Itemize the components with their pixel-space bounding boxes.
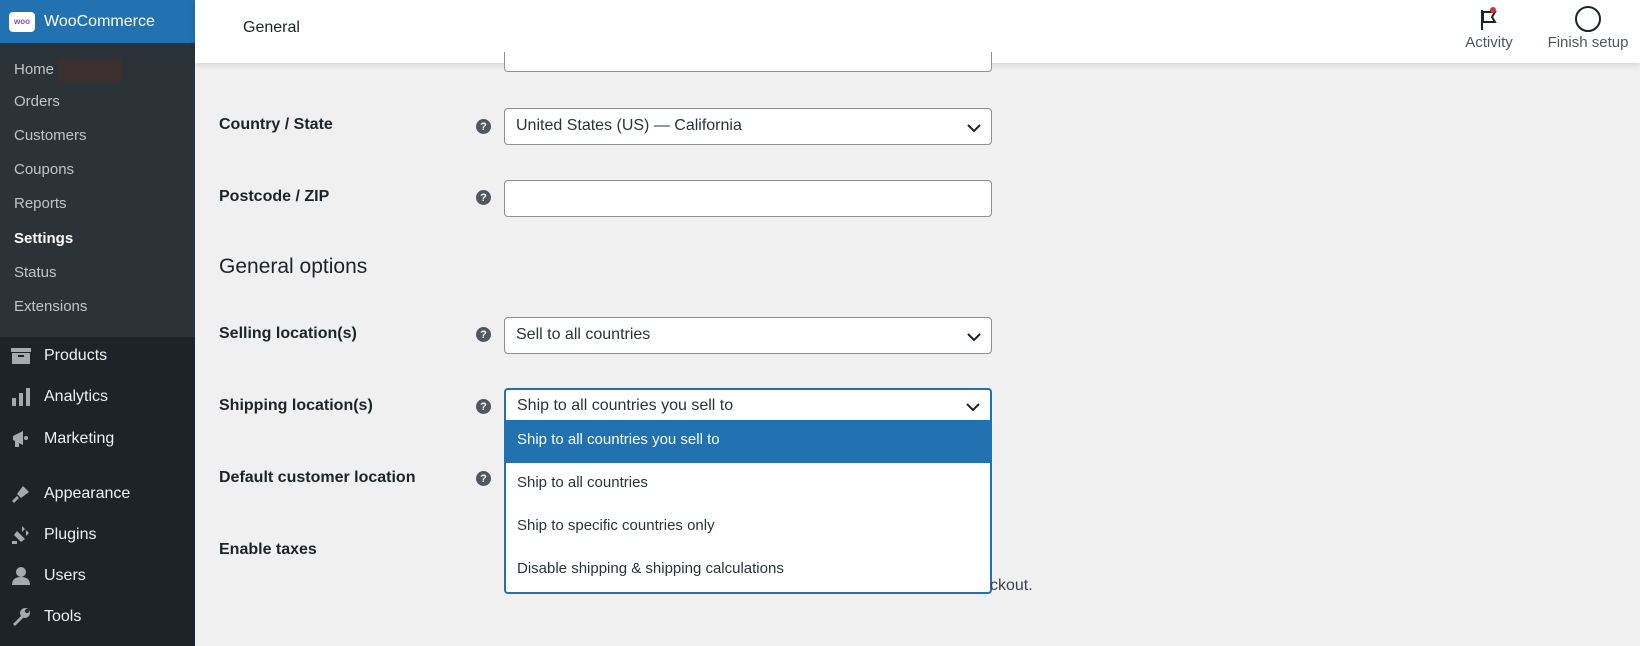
submenu-item-label: Home [14,60,55,78]
dropdown-option[interactable]: Ship to specific countries only [506,506,990,549]
marketing-icon [10,429,32,449]
submenu-item-home[interactable]: Home [14,59,123,81]
help-icon[interactable]: ? [476,399,491,414]
menu-item-label: Products [44,347,108,364]
help-icon[interactable]: ? [476,190,491,205]
menu-item-label: Analytics [44,388,109,405]
shipping-locations-label: Shipping location(s) [219,397,373,414]
tools-icon [10,607,32,627]
activity-button[interactable]: Activity [1449,4,1529,51]
chevron-down-icon [967,120,981,138]
enable-taxes-label: Enable taxes [219,541,317,558]
products-icon [10,346,32,366]
shipping-locations-dropdown: Ship to all countries you sell to Ship t… [504,420,992,594]
help-icon[interactable]: ? [476,119,491,134]
select-value: Ship to all countries you sell to [517,397,734,414]
dropdown-option[interactable]: Disable shipping & shipping calculations [506,549,990,592]
country-state-select[interactable]: United States (US) — California [504,108,992,145]
page-title: General [243,19,300,36]
flag-icon [1449,4,1529,34]
menu-item-users[interactable]: Users [10,566,86,586]
menu-item-label: Users [44,567,86,584]
users-icon [10,566,32,586]
postcode-label: Postcode / ZIP [219,188,330,205]
submenu-item-reports[interactable]: Reports [14,195,67,212]
submenu-item-coupons[interactable]: Coupons [14,161,74,178]
admin-sidebar: woo WooCommerce Home Orders Customers Co… [0,0,205,646]
help-icon[interactable]: ? [476,327,491,342]
menu-item-tools[interactable]: Tools [10,607,81,627]
submenu-item-status[interactable]: Status [14,264,57,281]
menu-item-label: Appearance [44,485,131,502]
dropdown-option[interactable]: Ship to all countries you sell to [506,420,990,463]
select-value: United States (US) — California [516,117,742,134]
help-icon[interactable]: ? [476,471,491,486]
notification-badge [58,59,123,81]
menu-item-label: Tools [44,608,82,625]
finish-setup-button[interactable]: Finish setup [1542,4,1634,51]
submenu-item-orders[interactable]: Orders [14,93,60,110]
section-title-general-options: General options [219,255,368,278]
menu-item-appearance[interactable]: Appearance [10,484,130,504]
activity-label: Activity [1465,34,1513,51]
appearance-icon [10,484,32,504]
menu-item-label: Plugins [44,526,97,543]
menu-item-analytics[interactable]: Analytics [10,387,108,407]
woocommerce-menu-header[interactable]: woo WooCommerce [0,0,205,43]
select-value: Sell to all countries [516,326,651,343]
menu-item-label: Marketing [44,430,115,447]
submenu-item-extensions[interactable]: Extensions [14,298,87,315]
woocommerce-submenu: Home Orders Customers Coupons Reports Se… [0,43,195,337]
selling-locations-label: Selling location(s) [219,325,357,342]
shipping-locations-select[interactable]: Ship to all countries you sell to [504,388,992,421]
menu-item-marketing[interactable]: Marketing [10,429,114,449]
chevron-down-icon [967,329,981,347]
address-field-partial[interactable] [504,52,992,72]
default-customer-location-label: Default customer location [219,469,416,486]
postcode-input[interactable] [504,180,992,217]
analytics-icon [10,387,32,407]
finish-setup-label: Finish setup [1547,34,1629,51]
submenu-item-settings[interactable]: Settings [14,230,73,247]
menu-item-plugins[interactable]: Plugins [10,525,96,545]
selling-locations-select[interactable]: Sell to all countries [504,317,992,354]
woocommerce-menu-label: WooCommerce [44,12,155,30]
chevron-down-icon [966,399,980,417]
progress-ring-icon [1542,4,1634,34]
enable-taxes-description: ckout. [990,577,1033,594]
woocommerce-logo-icon: woo [9,11,35,32]
submenu-item-customers[interactable]: Customers [14,127,87,144]
dropdown-option[interactable]: Ship to all countries [506,463,990,506]
menu-item-products[interactable]: Products [10,346,107,366]
country-state-label: Country / State [219,116,333,133]
plugins-icon [10,525,32,545]
